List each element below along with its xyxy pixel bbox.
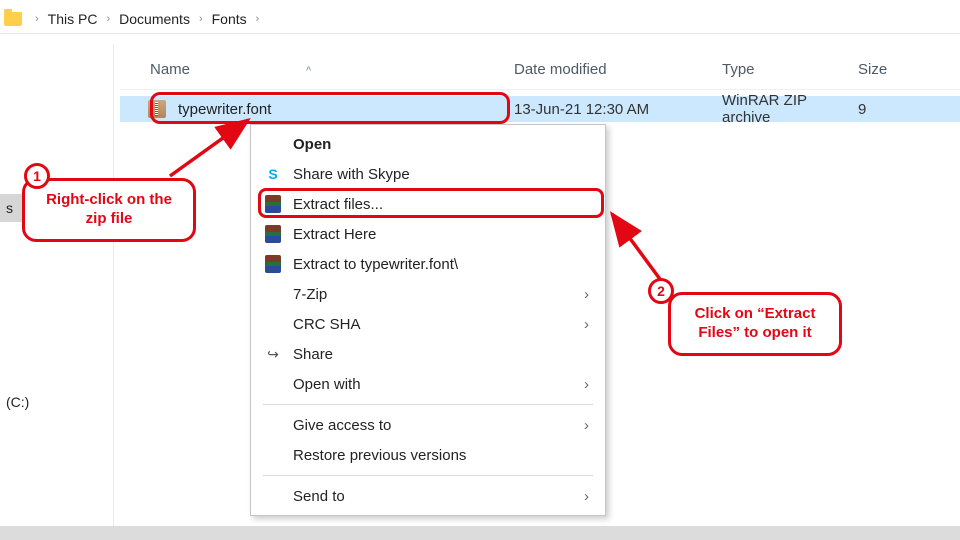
menu-separator: [263, 404, 593, 405]
menu-label: Extract to typewriter.font\: [293, 256, 458, 273]
annotation-callout-1: Right-click on the zip file: [22, 178, 196, 242]
sidebar: s (C:): [0, 44, 114, 526]
menu-label: Give access to: [293, 417, 391, 434]
menu-item-open-with[interactable]: Open with ›: [251, 369, 605, 399]
file-type: WinRAR ZIP archive: [722, 92, 858, 126]
menu-label: Extract Here: [293, 226, 376, 243]
breadcrumb-item[interactable]: This PC: [44, 11, 102, 27]
menu-label: Open with: [293, 376, 361, 393]
menu-item-open[interactable]: Open: [251, 129, 605, 159]
breadcrumb-item[interactable]: Documents: [115, 11, 194, 27]
menu-label: Extract files...: [293, 196, 383, 213]
annotation-badge-2: 2: [648, 278, 674, 304]
sidebar-item-drive[interactable]: (C:): [0, 388, 113, 416]
share-icon: ↪: [263, 344, 283, 364]
chevron-right-icon: ›: [584, 286, 589, 303]
menu-label: Share with Skype: [293, 166, 410, 183]
column-header-name[interactable]: Name ^: [120, 61, 514, 78]
file-size: 9: [858, 101, 960, 118]
chevron-right-icon: ›: [194, 13, 208, 25]
menu-label: Share: [293, 346, 333, 363]
breadcrumb[interactable]: › This PC › Documents › Fonts ›: [0, 4, 960, 34]
folder-icon: [4, 12, 22, 26]
chevron-right-icon: ›: [584, 417, 589, 434]
status-bar: [0, 526, 960, 540]
chevron-right-icon: ›: [101, 13, 115, 25]
context-menu: Open S Share with Skype Extract files...…: [250, 124, 606, 516]
chevron-right-icon: ›: [251, 13, 265, 25]
menu-item-give-access[interactable]: Give access to ›: [251, 410, 605, 440]
menu-item-7zip[interactable]: 7-Zip ›: [251, 279, 605, 309]
chevron-right-icon: ›: [584, 316, 589, 333]
menu-label: Restore previous versions: [293, 447, 466, 464]
file-name: typewriter.font: [178, 101, 271, 118]
annotation-callout-2: Click on “Extract Files” to open it: [668, 292, 842, 356]
winrar-icon: [263, 254, 283, 274]
menu-item-share[interactable]: ↪ Share: [251, 339, 605, 369]
menu-item-extract-here[interactable]: Extract Here: [251, 219, 605, 249]
winrar-icon: [263, 194, 283, 214]
menu-item-restore[interactable]: Restore previous versions: [251, 440, 605, 470]
menu-label: CRC SHA: [293, 316, 361, 333]
columns-header: Name ^ Date modified Type Size: [120, 50, 960, 90]
sidebar-item: [0, 250, 113, 278]
column-header-size[interactable]: Size: [858, 61, 960, 78]
sort-indicator-icon: ^: [306, 65, 311, 77]
menu-separator: [263, 475, 593, 476]
column-header-date[interactable]: Date modified: [514, 61, 722, 78]
menu-label: 7-Zip: [293, 286, 327, 303]
chevron-right-icon: ›: [584, 376, 589, 393]
menu-label: Open: [293, 136, 331, 153]
annotation-badge-1: 1: [24, 163, 50, 189]
column-label: Name: [150, 61, 190, 78]
skype-icon: S: [263, 164, 283, 184]
menu-item-extract-files[interactable]: Extract files...: [251, 189, 605, 219]
breadcrumb-item[interactable]: Fonts: [208, 11, 251, 27]
menu-item-share-skype[interactable]: S Share with Skype: [251, 159, 605, 189]
file-row[interactable]: typewriter.font 13-Jun-21 12:30 AM WinRA…: [120, 96, 960, 122]
column-header-type[interactable]: Type: [722, 61, 858, 78]
menu-item-crc[interactable]: CRC SHA ›: [251, 309, 605, 339]
winrar-icon: [263, 224, 283, 244]
chevron-right-icon: ›: [584, 488, 589, 505]
menu-item-extract-to[interactable]: Extract to typewriter.font\: [251, 249, 605, 279]
chevron-right-icon: ›: [30, 13, 44, 25]
menu-item-send-to[interactable]: Send to ›: [251, 481, 605, 511]
file-date: 13-Jun-21 12:30 AM: [514, 101, 722, 118]
menu-label: Send to: [293, 488, 345, 505]
zip-archive-icon: [148, 100, 166, 118]
